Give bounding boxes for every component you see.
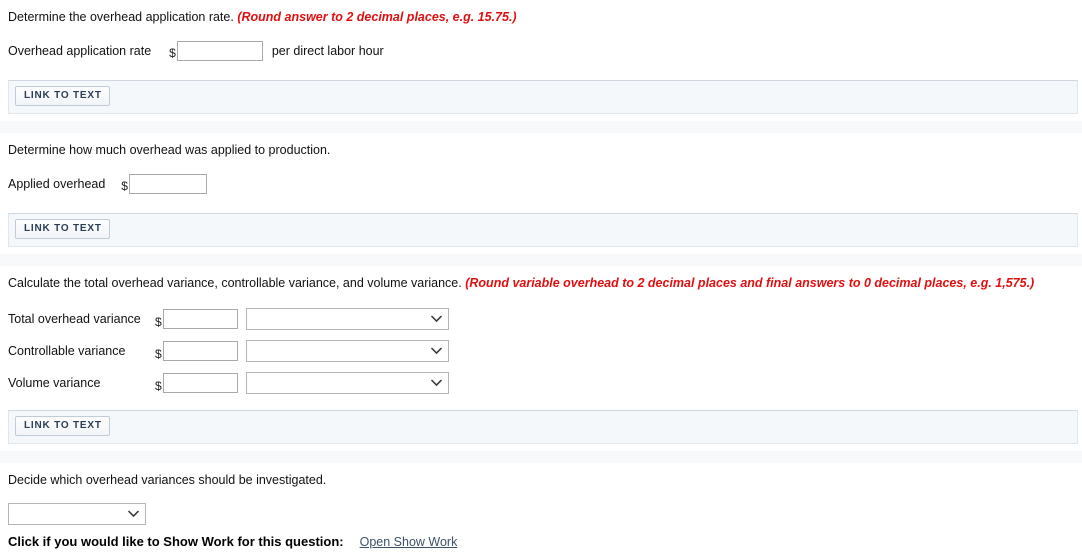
applied-overhead-input[interactable] bbox=[128, 174, 207, 194]
show-work-footer: Click if you would like to Show Work for… bbox=[8, 534, 457, 549]
answer-row-volume-variance: Volume variance $ bbox=[8, 372, 449, 394]
answer-suffix: per direct labor hour bbox=[271, 44, 384, 58]
total-overhead-variance-input[interactable] bbox=[162, 309, 238, 329]
question-section-2: Determine how much overhead was applied … bbox=[0, 142, 338, 159]
overhead-application-rate-input[interactable] bbox=[176, 41, 263, 61]
answer-row-controllable-variance: Controllable variance $ bbox=[8, 340, 449, 362]
investigate-variance-select[interactable] bbox=[8, 503, 146, 525]
question-section-1: Determine the overhead application rate.… bbox=[0, 9, 525, 26]
total-overhead-variance-select-wrap bbox=[245, 308, 449, 330]
answer-row-total-overhead-variance: Total overhead variance $ bbox=[8, 308, 449, 330]
answer-label: Overhead application rate bbox=[8, 44, 152, 58]
currency-symbol: $ bbox=[155, 379, 162, 393]
rounding-hint: (Round answer to 2 decimal places, e.g. … bbox=[237, 10, 517, 24]
answer-row-applied-overhead: Applied overhead $ bbox=[8, 174, 207, 194]
investigate-variance-select-wrap bbox=[8, 503, 146, 525]
question-prompt-3: Calculate the total overhead variance, c… bbox=[8, 275, 1034, 292]
section-separator-1 bbox=[0, 121, 1082, 133]
volume-variance-select[interactable] bbox=[245, 372, 449, 394]
answer-row-overhead-application-rate: Overhead application rate $ per direct l… bbox=[8, 41, 384, 61]
answer-label: Applied overhead bbox=[8, 177, 106, 191]
link-to-text-panel-2: LINK TO TEXT bbox=[8, 213, 1078, 247]
link-to-text-panel-3: LINK TO TEXT bbox=[8, 410, 1078, 444]
link-to-text-button-2[interactable]: LINK TO TEXT bbox=[15, 219, 110, 239]
prompt-text: Decide which overhead variances should b… bbox=[8, 473, 327, 487]
prompt-text: Determine the overhead application rate. bbox=[8, 10, 234, 24]
controllable-variance-select[interactable] bbox=[245, 340, 449, 362]
question-prompt-1: Determine the overhead application rate.… bbox=[8, 9, 517, 26]
answer-label: Volume variance bbox=[8, 376, 101, 390]
link-to-text-button-1[interactable]: LINK TO TEXT bbox=[15, 86, 110, 106]
rounding-hint: (Round variable overhead to 2 decimal pl… bbox=[465, 276, 1035, 290]
volume-variance-input[interactable] bbox=[162, 373, 238, 393]
answer-label: Controllable variance bbox=[8, 344, 126, 358]
show-work-label: Click if you would like to Show Work for… bbox=[8, 534, 344, 549]
currency-symbol: $ bbox=[169, 46, 176, 60]
section-separator-3 bbox=[0, 451, 1082, 463]
controllable-variance-input[interactable] bbox=[162, 341, 238, 361]
question-prompt-2: Determine how much overhead was applied … bbox=[8, 142, 330, 159]
currency-symbol: $ bbox=[121, 179, 128, 193]
controllable-variance-select-wrap bbox=[245, 340, 449, 362]
prompt-text: Calculate the total overhead variance, c… bbox=[8, 276, 462, 290]
open-show-work-link[interactable]: Open Show Work bbox=[360, 535, 458, 549]
section-separator-2 bbox=[0, 254, 1082, 266]
link-to-text-panel-1: LINK TO TEXT bbox=[8, 80, 1078, 114]
answer-label: Total overhead variance bbox=[8, 312, 141, 326]
total-overhead-variance-select[interactable] bbox=[245, 308, 449, 330]
currency-symbol: $ bbox=[155, 315, 162, 329]
currency-symbol: $ bbox=[155, 347, 162, 361]
question-prompt-4: Decide which overhead variances should b… bbox=[8, 472, 326, 489]
link-to-text-button-3[interactable]: LINK TO TEXT bbox=[15, 416, 110, 436]
prompt-text: Determine how much overhead was applied … bbox=[8, 143, 331, 157]
volume-variance-select-wrap bbox=[245, 372, 449, 394]
question-section-3: Calculate the total overhead variance, c… bbox=[0, 275, 1042, 292]
question-section-4: Decide which overhead variances should b… bbox=[0, 472, 334, 489]
